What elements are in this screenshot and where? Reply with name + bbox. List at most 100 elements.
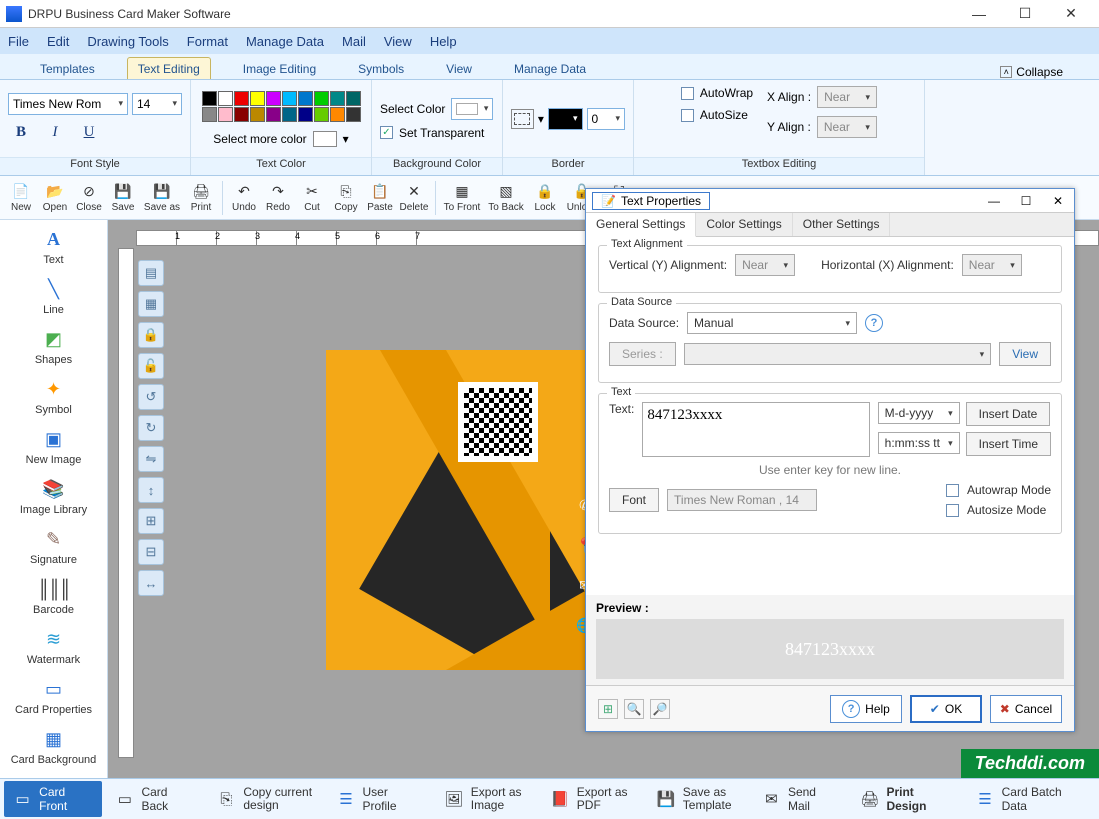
insert-time-button[interactable]: Insert Time (966, 432, 1051, 456)
tool-text[interactable]: AText (0, 222, 107, 272)
tool-undo[interactable]: ↶Undo (227, 178, 261, 218)
tool-print[interactable]: 🖨Print (184, 178, 218, 218)
autosize-checkbox[interactable] (681, 109, 694, 122)
tab-manage-data[interactable]: Manage Data (504, 58, 596, 79)
minimize-button[interactable]: — (957, 2, 1001, 26)
bottom-export-pdf[interactable]: 📕Export as PDF (541, 782, 643, 816)
align-tool-1[interactable]: ▤ (138, 260, 164, 286)
bottom-copy-design[interactable]: ⎘Copy current design (207, 782, 323, 816)
tab-templates[interactable]: Templates (30, 58, 105, 79)
autowrap-mode-checkbox[interactable] (946, 484, 959, 497)
bottom-card-front[interactable]: ▭Card Front (4, 781, 102, 817)
tool-cut[interactable]: ✂Cut (295, 178, 329, 218)
datasource-combo[interactable]: Manual▾ (687, 312, 857, 334)
tool-delete[interactable]: ✕Delete (397, 178, 431, 218)
border-style-icon[interactable] (511, 109, 534, 129)
collapse-label[interactable]: Collapse (1016, 65, 1063, 79)
tool-redo[interactable]: ↷Redo (261, 178, 295, 218)
collapse-icon[interactable]: ˄ (1000, 66, 1012, 78)
tool-paste[interactable]: 📋Paste (363, 178, 397, 218)
bottom-user-profile[interactable]: ☰User Profile (327, 781, 430, 817)
more-color-drop[interactable]: ▾ (343, 132, 349, 146)
dialog-help-button[interactable]: ?Help (830, 695, 902, 723)
tool-save[interactable]: 💾Save (106, 178, 140, 218)
bottom-send-mail[interactable]: ✉Send Mail (753, 781, 847, 817)
font-family-combo[interactable]: Times New Rom▾ (8, 93, 128, 115)
dtab-general[interactable]: General Settings (586, 213, 696, 237)
bottom-print-design[interactable]: 🖨Print Design (851, 781, 962, 817)
tool-toback[interactable]: ▧To Back (484, 178, 528, 218)
dtab-color[interactable]: Color Settings (696, 213, 792, 236)
menu-view[interactable]: View (384, 34, 412, 49)
tool-close[interactable]: ⊘Close (72, 178, 106, 218)
tab-view[interactable]: View (436, 58, 482, 79)
rotate-right[interactable]: ↻ (138, 415, 164, 441)
tool-open[interactable]: 📂Open (38, 178, 72, 218)
bottom-batch-data[interactable]: ☰Card Batch Data (966, 781, 1095, 817)
qrcode[interactable] (458, 382, 538, 462)
dialog-close[interactable]: ✕ (1048, 194, 1068, 208)
menu-format[interactable]: Format (187, 34, 228, 49)
more-tool-3[interactable]: ⊟ (138, 539, 164, 565)
tool-barcode[interactable]: ║║║Barcode (0, 572, 107, 622)
tool-lock[interactable]: 🔒Lock (528, 178, 562, 218)
flip-h[interactable]: ⇋ (138, 446, 164, 472)
font-button[interactable]: Font (609, 488, 659, 512)
halign-combo[interactable]: Near▾ (962, 254, 1022, 276)
tool-symbol[interactable]: ✦Symbol (0, 372, 107, 422)
more-tool-2[interactable]: ⊞ (138, 508, 164, 534)
more-tool-4[interactable]: ↔ (138, 570, 164, 596)
dialog-maximize[interactable]: ☐ (1016, 194, 1036, 208)
tool-new-image[interactable]: ▣New Image (0, 422, 107, 472)
bold-button[interactable]: B (8, 121, 34, 145)
menu-edit[interactable]: Edit (47, 34, 69, 49)
lock-tool[interactable]: 🔒 (138, 322, 164, 348)
tool-signature[interactable]: ✎Signature (0, 522, 107, 572)
font-size-combo[interactable]: 14▾ (132, 93, 182, 115)
text-input[interactable] (642, 402, 869, 457)
bottom-save-template[interactable]: 💾Save as Template (647, 782, 749, 816)
zoom-fit-icon[interactable]: ⊞ (598, 699, 618, 719)
menu-mail[interactable]: Mail (342, 34, 366, 49)
bottom-card-back[interactable]: ▭Card Back (106, 781, 203, 817)
color-swatches[interactable] (202, 91, 361, 122)
tool-image-library[interactable]: 📚Image Library (0, 472, 107, 522)
date-format-combo[interactable]: M-d-yyyy▾ (878, 402, 960, 424)
insert-date-button[interactable]: Insert Date (966, 402, 1051, 426)
underline-button[interactable]: U (76, 121, 102, 145)
view-button[interactable]: View (999, 342, 1051, 366)
maximize-button[interactable]: ☐ (1003, 2, 1047, 26)
tab-image-editing[interactable]: Image Editing (233, 58, 326, 79)
time-format-combo[interactable]: h:mm:ss tt▾ (878, 432, 960, 454)
rotate-left[interactable]: ↺ (138, 384, 164, 410)
bottom-export-image[interactable]: 🖼Export as Image (435, 782, 537, 816)
tab-text-editing[interactable]: Text Editing (127, 57, 211, 79)
dialog-ok-button[interactable]: ✔OK (910, 695, 982, 723)
more-tool-1[interactable]: ↕ (138, 477, 164, 503)
yalign-combo[interactable]: Near▾ (817, 116, 877, 138)
autowrap-checkbox[interactable] (681, 87, 694, 100)
tool-tofront[interactable]: ▦To Front (440, 178, 484, 218)
tool-card-background[interactable]: ▦Card Background (0, 722, 107, 772)
xalign-combo[interactable]: Near▾ (817, 86, 877, 108)
zoom-in-icon[interactable]: 🔍 (624, 699, 644, 719)
tool-shapes[interactable]: ◩Shapes (0, 322, 107, 372)
tool-line[interactable]: ╲Line (0, 272, 107, 322)
menu-manage-data[interactable]: Manage Data (246, 34, 324, 49)
tool-new[interactable]: 📄New (4, 178, 38, 218)
tool-copy[interactable]: ⎘Copy (329, 178, 363, 218)
tool-watermark[interactable]: ≋Watermark (0, 622, 107, 672)
dialog-cancel-button[interactable]: ✖Cancel (990, 695, 1062, 723)
autosize-mode-checkbox[interactable] (946, 504, 959, 517)
tool-card-properties[interactable]: ▭Card Properties (0, 672, 107, 722)
border-color[interactable]: ▾ (548, 108, 583, 130)
zoom-out-icon[interactable]: 🔎 (650, 699, 670, 719)
valign-combo[interactable]: Near▾ (735, 254, 795, 276)
transparent-checkbox[interactable]: ✓ (380, 126, 393, 139)
dtab-other[interactable]: Other Settings (793, 213, 891, 236)
tab-symbols[interactable]: Symbols (348, 58, 414, 79)
bg-color-combo[interactable]: ▾ (451, 98, 493, 120)
menu-drawing-tools[interactable]: Drawing Tools (87, 34, 168, 49)
menu-file[interactable]: File (8, 34, 29, 49)
more-color-button[interactable] (313, 131, 337, 147)
